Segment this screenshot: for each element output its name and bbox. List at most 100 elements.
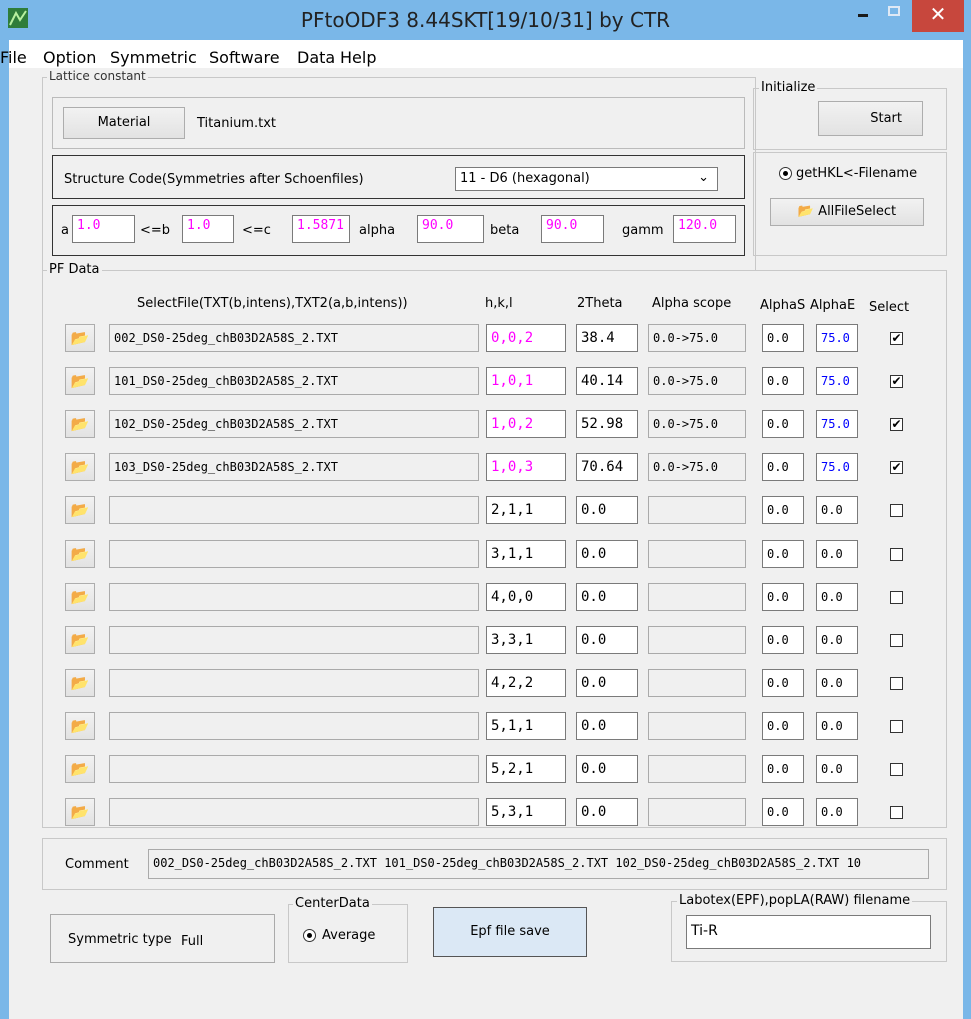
two-theta-field[interactable]: 0.0 — [576, 712, 638, 740]
alpha-scope-field[interactable] — [648, 626, 746, 654]
two-theta-field[interactable]: 0.0 — [576, 669, 638, 697]
hkl-field[interactable]: 2,1,1 — [486, 496, 566, 524]
alphas-field[interactable]: 0.0 — [762, 496, 804, 524]
average-radio[interactable] — [303, 929, 316, 942]
select-checkbox[interactable]: ✔ — [890, 418, 903, 431]
alpha-scope-field[interactable] — [648, 755, 746, 783]
folder-open-button[interactable]: 📂 — [65, 367, 95, 395]
alpha-scope-field[interactable] — [648, 583, 746, 611]
alpha-scope-field[interactable]: 0.0->75.0 — [648, 410, 746, 438]
two-theta-field[interactable]: 40.14 — [576, 367, 638, 395]
select-checkbox[interactable] — [890, 504, 903, 517]
alphas-field[interactable]: 0.0 — [762, 755, 804, 783]
hkl-field[interactable]: 3,3,1 — [486, 626, 566, 654]
select-checkbox[interactable]: ✔ — [890, 461, 903, 474]
beta-field[interactable]: 90.0 — [541, 215, 604, 243]
alphas-field[interactable]: 0.0 — [762, 324, 804, 352]
close-button[interactable]: ✕ — [912, 0, 964, 32]
hkl-field[interactable]: 5,3,1 — [486, 798, 566, 826]
hkl-field[interactable]: 5,2,1 — [486, 755, 566, 783]
menu-file[interactable]: File — [0, 48, 27, 67]
two-theta-field[interactable]: 0.0 — [576, 583, 638, 611]
gamm-field[interactable]: 120.0 — [673, 215, 736, 243]
select-checkbox[interactable] — [890, 548, 903, 561]
alpha-scope-field[interactable] — [648, 496, 746, 524]
alphas-field[interactable]: 0.0 — [762, 798, 804, 826]
file-name-field[interactable]: 101_DS0-25deg_chB03D2A58S_2.TXT — [109, 367, 479, 395]
alphae-field[interactable]: 0.0 — [816, 798, 858, 826]
alphas-field[interactable]: 0.0 — [762, 453, 804, 481]
two-theta-field[interactable]: 52.98 — [576, 410, 638, 438]
structure-code-select[interactable]: 11 - D6 (hexagonal) ⌄ — [455, 167, 718, 191]
alphas-field[interactable]: 0.0 — [762, 712, 804, 740]
alpha-scope-field[interactable]: 0.0->75.0 — [648, 367, 746, 395]
folder-open-button[interactable]: 📂 — [65, 755, 95, 783]
two-theta-field[interactable]: 0.0 — [576, 496, 638, 524]
two-theta-field[interactable]: 0.0 — [576, 626, 638, 654]
alphae-field[interactable]: 0.0 — [816, 583, 858, 611]
alphae-field[interactable]: 0.0 — [816, 626, 858, 654]
alphae-field[interactable]: 0.0 — [816, 669, 858, 697]
comment-field[interactable]: 002_DS0-25deg_chB03D2A58S_2.TXT 101_DS0-… — [148, 849, 929, 879]
menu-help[interactable]: Help — [340, 48, 376, 67]
folder-open-button[interactable]: 📂 — [65, 669, 95, 697]
epf-save-button[interactable]: Epf file save — [433, 907, 587, 957]
two-theta-field[interactable]: 0.0 — [576, 755, 638, 783]
menu-symmetric[interactable]: Symmetric — [110, 48, 197, 67]
folder-open-button[interactable]: 📂 — [65, 626, 95, 654]
select-checkbox[interactable]: ✔ — [890, 332, 903, 345]
hkl-field[interactable]: 1,0,1 — [486, 367, 566, 395]
b-field[interactable]: 1.0 — [182, 215, 234, 243]
hkl-field[interactable]: 1,0,3 — [486, 453, 566, 481]
file-name-field[interactable]: 102_DS0-25deg_chB03D2A58S_2.TXT — [109, 410, 479, 438]
select-checkbox[interactable] — [890, 720, 903, 733]
file-name-field[interactable] — [109, 755, 479, 783]
alpha-field[interactable]: 90.0 — [417, 215, 484, 243]
minimize-button[interactable] — [846, 0, 876, 32]
folder-open-button[interactable]: 📂 — [65, 324, 95, 352]
alpha-scope-field[interactable] — [648, 540, 746, 568]
file-name-field[interactable] — [109, 496, 479, 524]
select-checkbox[interactable]: ✔ — [890, 375, 903, 388]
two-theta-field[interactable]: 0.0 — [576, 540, 638, 568]
alphas-field[interactable]: 0.0 — [762, 669, 804, 697]
folder-open-button[interactable]: 📂 — [65, 712, 95, 740]
file-name-field[interactable] — [109, 626, 479, 654]
file-name-field[interactable] — [109, 540, 479, 568]
alpha-scope-field[interactable] — [648, 798, 746, 826]
folder-open-button[interactable]: 📂 — [65, 410, 95, 438]
hkl-field[interactable]: 4,0,0 — [486, 583, 566, 611]
alphae-field[interactable]: 75.0 — [816, 410, 858, 438]
alphas-field[interactable]: 0.0 — [762, 540, 804, 568]
alphas-field[interactable]: 0.0 — [762, 583, 804, 611]
alpha-scope-field[interactable]: 0.0->75.0 — [648, 453, 746, 481]
file-name-field[interactable] — [109, 669, 479, 697]
alphas-field[interactable]: 0.0 — [762, 626, 804, 654]
folder-open-button[interactable]: 📂 — [65, 798, 95, 826]
material-button[interactable]: Material — [63, 107, 185, 139]
c-field[interactable]: 1.5871 — [292, 215, 350, 243]
hkl-field[interactable]: 3,1,1 — [486, 540, 566, 568]
alphae-field[interactable]: 75.0 — [816, 367, 858, 395]
alpha-scope-field[interactable] — [648, 712, 746, 740]
alphas-field[interactable]: 0.0 — [762, 410, 804, 438]
alpha-scope-field[interactable]: 0.0->75.0 — [648, 324, 746, 352]
folder-open-button[interactable]: 📂 — [65, 583, 95, 611]
menu-option[interactable]: Option — [43, 48, 96, 67]
alphae-field[interactable]: 75.0 — [816, 453, 858, 481]
alphae-field[interactable]: 0.0 — [816, 496, 858, 524]
file-name-field[interactable] — [109, 712, 479, 740]
two-theta-field[interactable]: 38.4 — [576, 324, 638, 352]
select-checkbox[interactable] — [890, 806, 903, 819]
allfileselect-button[interactable]: 📂 AllFileSelect — [770, 198, 924, 226]
select-checkbox[interactable] — [890, 591, 903, 604]
alphae-field[interactable]: 0.0 — [816, 755, 858, 783]
alphae-field[interactable]: 0.0 — [816, 712, 858, 740]
alphas-field[interactable]: 0.0 — [762, 367, 804, 395]
start-button[interactable]: Start — [818, 101, 923, 136]
two-theta-field[interactable]: 0.0 — [576, 798, 638, 826]
select-checkbox[interactable] — [890, 677, 903, 690]
select-checkbox[interactable] — [890, 634, 903, 647]
two-theta-field[interactable]: 70.64 — [576, 453, 638, 481]
hkl-field[interactable]: 4,2,2 — [486, 669, 566, 697]
